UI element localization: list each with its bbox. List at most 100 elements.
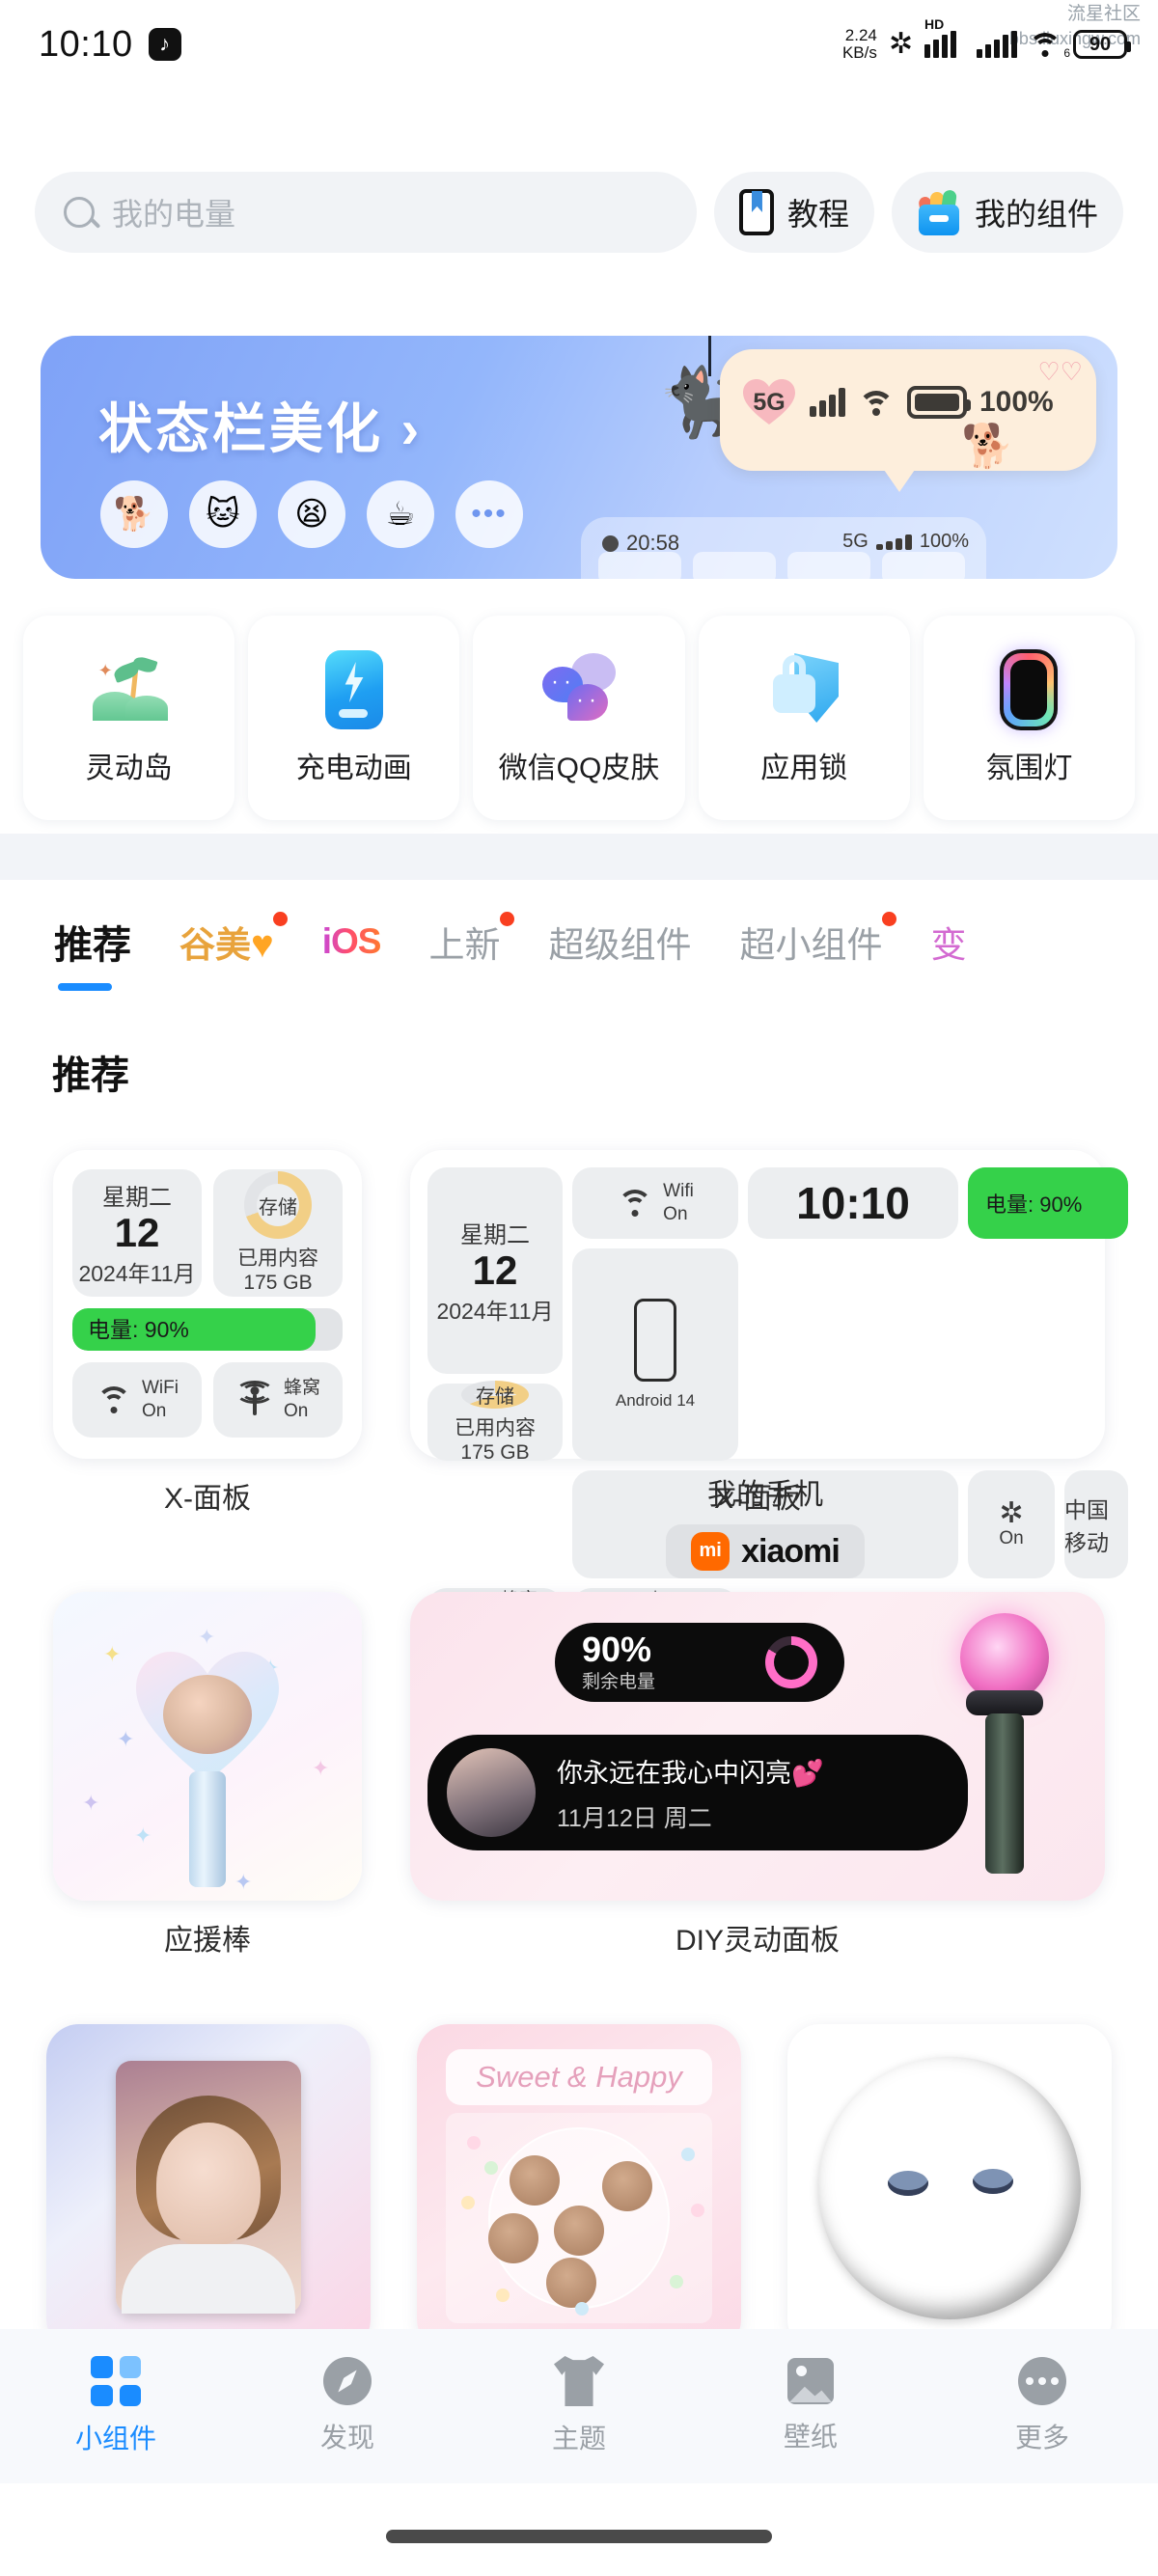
battery-icon: 90 [1073,30,1131,59]
coffee-avatar[interactable]: ☕ [367,480,434,548]
battery-percent: 90% [582,1629,652,1669]
category-label: 充电动画 [295,753,412,784]
tab-new[interactable]: 上新 [429,912,514,968]
bubble-tail [882,467,917,492]
black-cat-avatar[interactable]: 🐱 [189,480,257,548]
tutorial-button[interactable]: 教程 [713,172,874,253]
widget-card-panel-b[interactable]: 星期二 12 2024年11月 Wifi On 10:10 电量: 90% 我的手… [410,1150,1128,1636]
storage-used-value: 175 GB [243,1272,313,1294]
nav-label: 发现 [319,2423,374,2453]
preview-battery: 100% [919,531,969,552]
category-label: 微信QQ皮肤 [498,753,660,784]
my-widgets-icon [917,189,961,235]
statusbar-preview-bubble: ♡♡ 5G 100% 🐕 [720,349,1096,492]
bottom-nav: 小组件 发现 主题 壁纸 更多 [0,2329,1158,2483]
storage-used-label: 已用内容 [237,1247,318,1270]
tutorial-label: 教程 [786,197,849,232]
message-date: 11月12日 周二 [557,1804,712,1832]
signal-bars-icon [810,388,845,417]
signal-bars-icon-sim1: HD [924,16,965,58]
widget-card-sticker-pack[interactable]: Sweet & Happy [417,2024,741,2352]
category-charging-animation[interactable]: 充电动画 [248,616,460,820]
widget-card-panel-a[interactable]: 星期二 12 2024年11月 存储 已用内容 175 GB 电量: 90% W… [53,1150,362,1459]
sticker-header: Sweet & Happy [446,2049,712,2105]
widget-row-3: Sweet & Happy [0,2024,1158,2371]
brand-name: xiaomi [741,1532,841,1570]
bluetooth-icon: ✲ [888,28,913,60]
nav-wallpaper[interactable]: 壁纸 [695,2358,926,2454]
tab-recommend[interactable]: 推荐 [54,914,131,991]
heart-icon: ♥ [251,923,274,966]
month-year: 2024年11月 [436,1298,554,1324]
tab-ios[interactable]: iOS [322,921,381,962]
portrait-face [156,2123,261,2246]
wifi-state: On [663,1204,688,1224]
battery-bar: 电量: 90% [72,1308,343,1351]
clock-value: 10:10 [796,1178,910,1228]
wifi-icon: 6 [1029,31,1070,60]
network-heart-badge: 5G [741,378,797,426]
clock-tile: 10:10 [748,1167,958,1239]
date-tile: 星期二 12 2024年11月 [427,1167,563,1374]
anime-badge [818,2057,1081,2319]
category-chat-skin[interactable]: 微信QQ皮肤 [473,616,685,820]
sticker-title: Sweet & Happy [476,2060,682,2094]
phone-preview-mock: 20:58 5G 100% [581,517,986,579]
status-bar-left: 10:10 [39,24,181,66]
widget-card-diy-panel[interactable]: 90% 剩余电量 你永远在我心中闪亮💕 11月12日 周二 [410,1592,1105,1901]
lightstick-photo [163,1675,252,1754]
tab-overflow[interactable]: 变 [931,916,967,968]
category-label: 应用锁 [760,753,848,784]
day-number: 12 [472,1247,518,1294]
shiba-avatar[interactable]: 🐕 [100,480,168,548]
header-bar: 我的电量 教程 我的组件 [0,164,1158,260]
category-app-lock[interactable]: 应用锁 [698,616,910,820]
tab-mini-widget[interactable]: 超小组件 [740,912,896,968]
widget-row-2: ✦✦ ✦✦ ✦✦ ✦✦ 应援棒 90% 剩余电量 你永远在我心中闪亮💕 [0,1592,1158,1978]
lightstick-rod [189,1771,226,1887]
tab-gumei[interactable]: 谷美♥ [179,912,288,968]
shirt-icon [554,2356,604,2406]
battery-level: 90 [1089,33,1112,55]
sprout-icon: ✦ [89,649,170,730]
category-row: ✦ 灵动岛 充电动画 微信QQ皮肤 应用锁 氛围灯 [0,616,1158,820]
category-ambient-light[interactable]: 氛围灯 [923,616,1136,820]
search-input[interactable]: 我的电量 [35,172,697,253]
nav-widgets[interactable]: 小组件 [0,2356,232,2456]
wifi-name: WiFi [142,1378,179,1399]
day-number: 12 [114,1210,160,1256]
banner-avatar-row: 🐕 🐱 😫 ☕ ••• [100,480,523,548]
wifi-icon [96,1386,132,1413]
lightstick-illustration [947,1613,1062,1874]
widget-card-photo-frame[interactable] [46,2024,371,2352]
status-bar: 10:10 2.24 KB/s ✲ HD 6 90 [0,0,1158,89]
category-label: 灵动岛 [85,753,173,784]
nav-discover[interactable]: 发现 [232,2357,463,2455]
widget-card-lightstick[interactable]: ✦✦ ✦✦ ✦✦ ✦✦ [53,1592,362,1901]
banner-title: 状态栏美化 › [98,398,423,459]
storage-tile: 存储 已用内容 175 GB [213,1169,343,1297]
battery-caption: 剩余电量 [582,1672,656,1693]
brand-bar: xiaomi [666,1524,865,1578]
network-label: 5G [753,388,786,416]
category-dynamic-island[interactable]: ✦ 灵动岛 [23,616,235,820]
image-icon [787,2358,834,2404]
wifi-icon [617,1190,653,1217]
statusbar-beautify-banner[interactable]: 状态栏美化 › 🐕 🐱 😫 ☕ ••• 🐈‍⬛ ♡♡ 5G 100% 🐕 [41,336,1117,579]
nav-label: 更多 [1014,2423,1069,2453]
widget-label-panel-b: X-面板 [714,1483,801,1515]
wifi-generation: 6 [1063,46,1070,60]
wifi-name: Wifi [663,1181,694,1202]
crying-face-avatar[interactable]: 😫 [278,480,345,548]
tab-super-widget[interactable]: 超级组件 [549,916,692,968]
nav-more[interactable]: 更多 [926,2357,1158,2455]
cell-state: On [283,1401,309,1421]
nav-label: 小组件 [74,2424,156,2453]
my-widgets-button[interactable]: 我的组件 [891,172,1123,253]
nav-theme[interactable]: 主题 [463,2356,695,2456]
bluetooth-state: On [999,1528,1024,1548]
shiba-on-swing: 🐕 [961,423,1014,470]
status-bar-right: 2.24 KB/s ✲ HD 6 90 [842,16,1131,62]
more-dots-avatar[interactable]: ••• [455,480,523,548]
widget-card-anime-badge[interactable] [787,2024,1112,2352]
